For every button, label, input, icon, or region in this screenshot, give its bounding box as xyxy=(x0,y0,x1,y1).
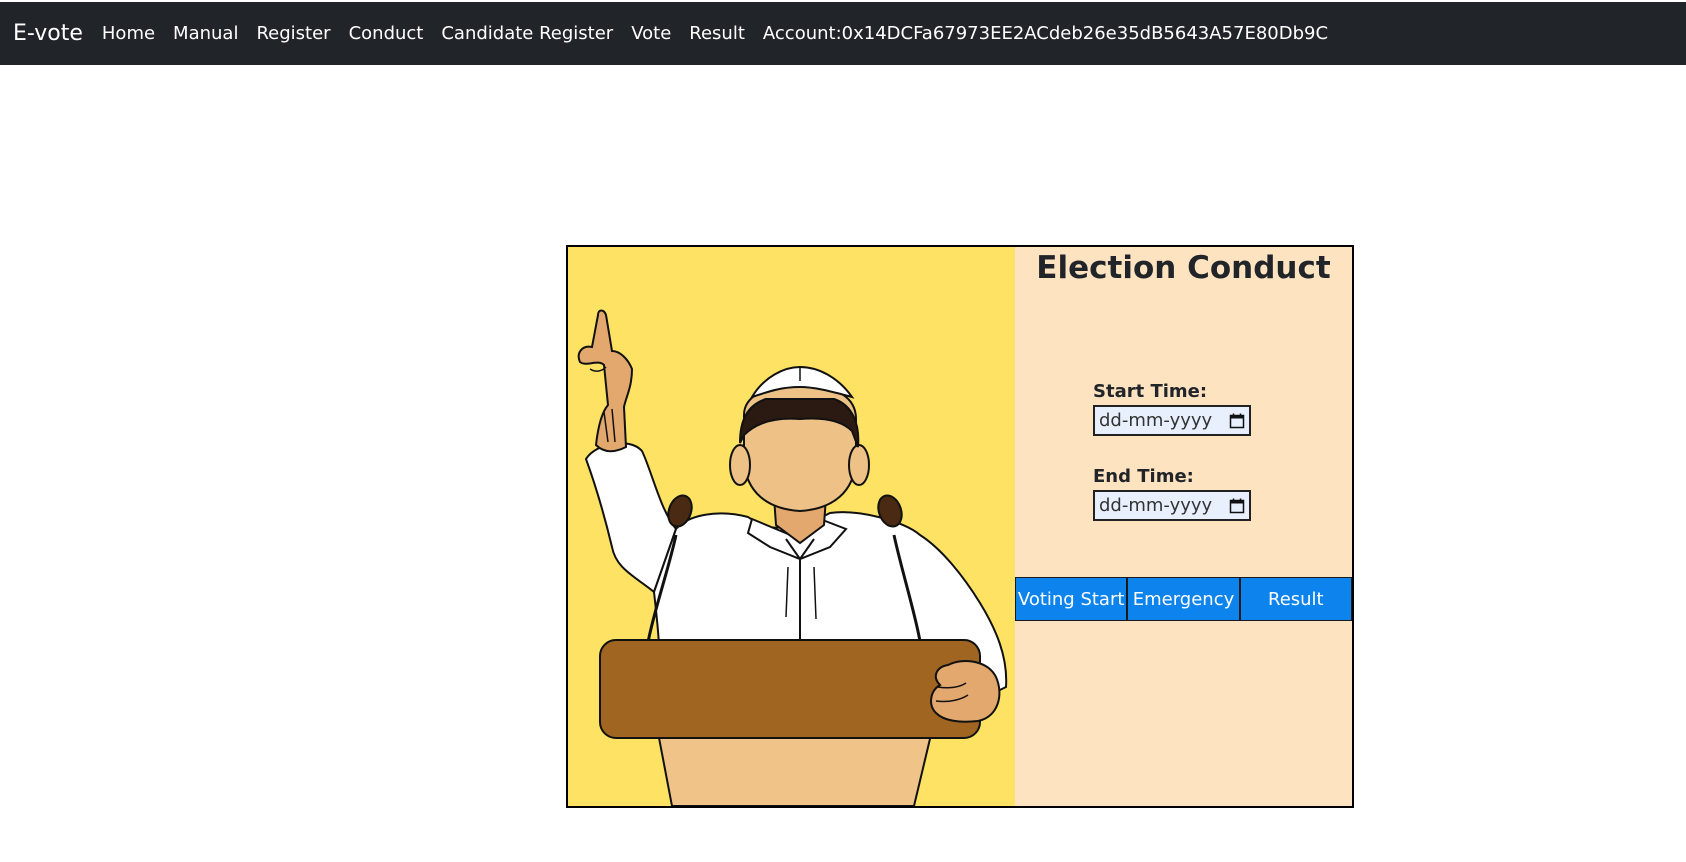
nav-result[interactable]: Result xyxy=(680,24,754,43)
page-title: Election Conduct xyxy=(1036,250,1331,286)
speaker-illustration xyxy=(568,247,1015,806)
politician-speech-image xyxy=(577,309,1008,806)
action-buttons: Voting Start Emergency Result xyxy=(1015,577,1352,621)
calendar-icon[interactable] xyxy=(1229,498,1245,514)
calendar-icon[interactable] xyxy=(1229,413,1245,429)
nav-home[interactable]: Home xyxy=(93,24,164,43)
nav-manual[interactable]: Manual xyxy=(164,24,247,43)
voting-start-button[interactable]: Voting Start xyxy=(1015,577,1128,621)
navbar: E-vote Home Manual Register Conduct Cand… xyxy=(0,2,1686,65)
conduct-form-panel: Election Conduct Start Time: dd-mm-yyyy … xyxy=(1015,247,1352,806)
nav-conduct[interactable]: Conduct xyxy=(340,24,433,43)
account-address: Account:0x14DCFa67973EE2ACdeb26e35dB5643… xyxy=(762,22,1329,44)
nav-vote[interactable]: Vote xyxy=(622,24,680,43)
nav-candidate-register[interactable]: Candidate Register xyxy=(432,24,622,43)
end-time-input[interactable]: dd-mm-yyyy xyxy=(1093,490,1251,521)
result-button[interactable]: Result xyxy=(1239,577,1352,621)
start-time-label: Start Time: xyxy=(1093,381,1208,402)
start-time-placeholder: dd-mm-yyyy xyxy=(1099,410,1213,431)
brand-logo[interactable]: E-vote xyxy=(13,22,83,45)
emergency-button[interactable]: Emergency xyxy=(1127,577,1240,621)
end-time-label: End Time: xyxy=(1093,466,1194,487)
nav-register[interactable]: Register xyxy=(247,24,339,43)
election-conduct-card: Election Conduct Start Time: dd-mm-yyyy … xyxy=(566,245,1354,808)
end-time-placeholder: dd-mm-yyyy xyxy=(1099,495,1213,516)
start-time-input[interactable]: dd-mm-yyyy xyxy=(1093,405,1251,436)
